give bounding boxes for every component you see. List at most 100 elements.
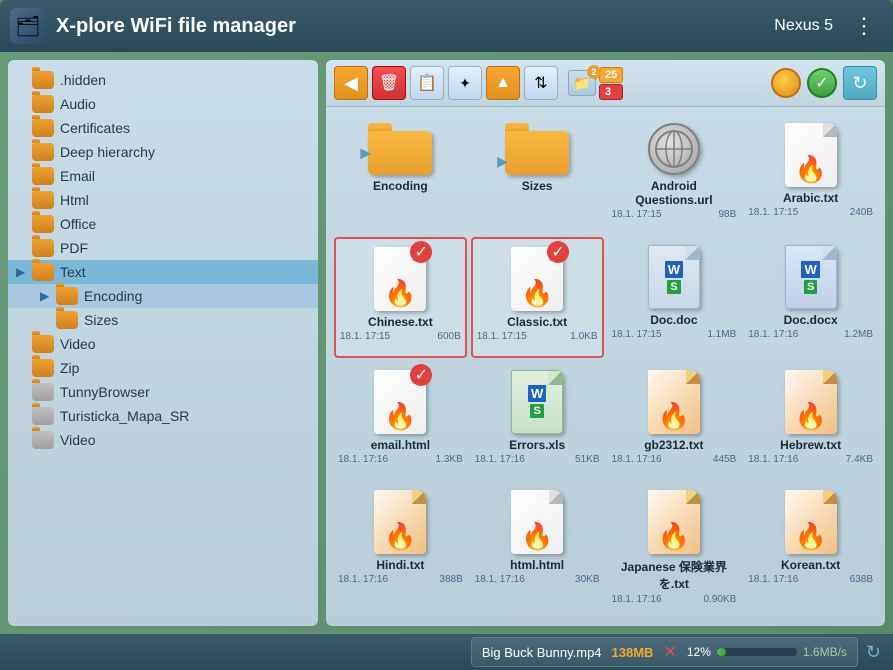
sidebar-item-label: Email (60, 168, 95, 184)
html-icon-container: 🔥 ✓ (374, 370, 426, 434)
sidebar-item-audio[interactable]: Audio (8, 92, 318, 116)
file-item-hebrew[interactable]: 🔥 Hebrew.txt 18.1. 17:16 7.4KB (744, 362, 877, 478)
file-date: 18.1. 17:16 (748, 454, 798, 465)
sidebar-item-label: Deep hierarchy (60, 144, 155, 160)
copy-button[interactable]: 📋 (410, 66, 444, 100)
file-meta: 18.1. 17:15 600B (340, 331, 461, 342)
orange-circle-button[interactable] (771, 68, 801, 98)
title-bar: 🗂 X-plore WiFi file manager Nexus 5 ⋮ (0, 0, 893, 52)
file-item-gb2312[interactable]: 🔥 gb2312.txt 18.1. 17:16 445B (608, 362, 741, 478)
refresh-button[interactable]: ↻ (843, 66, 877, 100)
txt-icon: 🔥 (648, 490, 700, 554)
file-size: 445B (713, 454, 736, 465)
folder-arrow-icon: ▶ (497, 153, 508, 170)
file-name: Hindi.txt (376, 558, 424, 572)
sidebar-item-encoding[interactable]: ▶ Encoding (8, 284, 318, 308)
sort-button[interactable]: ⇅ (524, 66, 558, 100)
folder-arrow-icon: ▶ (360, 145, 371, 162)
status-refresh-button[interactable]: ↻ (866, 642, 881, 663)
download-size: 138MB (612, 645, 654, 660)
file-meta: 18.1. 17:16 1.2MB (748, 329, 873, 340)
folder-icon (32, 239, 54, 257)
file-item-classic[interactable]: 🔥 ✓ Classic.txt 18.1. 17:15 1.0KB (471, 237, 604, 357)
file-item-android-questions[interactable]: Android Questions.url 18.1. 17:15 98B (608, 115, 741, 233)
file-size: 1.1MB (707, 329, 736, 340)
file-item-chinese[interactable]: 🔥 ✓ Chinese.txt 18.1. 17:15 600B (334, 237, 467, 357)
sidebar-item-html[interactable]: Html (8, 188, 318, 212)
sidebar-item-zip[interactable]: Zip (8, 356, 318, 380)
expand-icon: ▶ (16, 265, 30, 279)
menu-button[interactable]: ⋮ (845, 9, 883, 43)
sidebar-item-email[interactable]: Email (8, 164, 318, 188)
folder-icon (32, 335, 54, 353)
folder-icon (32, 71, 54, 89)
file-item-sizes[interactable]: ▶ Sizes (471, 115, 604, 233)
file-meta: 18.1. 17:15 1.0KB (477, 331, 598, 342)
app-icon: 🗂 (10, 8, 46, 44)
sidebar-item-label: Certificates (60, 120, 130, 136)
sidebar-item-tunnybrowser[interactable]: TunnyBrowser (8, 380, 318, 404)
download-status: Big Buck Bunny.mp4 138MB ✕ 12% 1.6MB/s (471, 637, 858, 667)
delete-button[interactable]: 🗑 (372, 66, 406, 100)
file-item-email[interactable]: 🔥 ✓ email.html 18.1. 17:16 1.3KB (334, 362, 467, 478)
back-button[interactable]: ◀ (334, 66, 368, 100)
paste-button[interactable]: ✦ (448, 66, 482, 100)
sidebar-item-pdf[interactable]: PDF (8, 236, 318, 260)
file-date: 18.1. 17:16 (475, 574, 525, 585)
file-item-japanese[interactable]: 🔥 Japanese 保険業界を.txt 18.1. 17:16 0.90KB (608, 482, 741, 618)
progress-container: 12% 1.6MB/s (687, 645, 847, 659)
url-icon (648, 123, 700, 175)
title-left: 🗂 X-plore WiFi file manager (10, 8, 296, 44)
file-name: html.html (510, 558, 564, 572)
folder-icon (56, 311, 78, 329)
txt-icon: 🔥 (785, 490, 837, 554)
file-name: Doc.doc (650, 313, 697, 327)
sidebar-item-turisticka[interactable]: Turisticka_Mapa_SR (8, 404, 318, 428)
sidebar-item-certificates[interactable]: Certificates (8, 116, 318, 140)
status-bar: Big Buck Bunny.mp4 138MB ✕ 12% 1.6MB/s ↻ (0, 634, 893, 670)
sidebar-item-video[interactable]: Video (8, 332, 318, 356)
file-item-doc[interactable]: W S Doc.doc 18.1. 17:15 1.1MB (608, 237, 741, 357)
folder-icon (32, 431, 54, 449)
file-name: Doc.docx (784, 313, 838, 327)
folder-icon (32, 143, 54, 161)
file-date: 18.1. 17:16 (748, 329, 798, 340)
doc-icon: W S (648, 245, 700, 309)
txt-icon: 🔥 (785, 123, 837, 187)
sidebar-item-deep-hierarchy[interactable]: Deep hierarchy (8, 140, 318, 164)
file-toolbar: ◀ 🗑 📋 ✦ ▲ ⇅ 📁 2 (326, 60, 885, 107)
sidebar-item-video2[interactable]: Video (8, 428, 318, 452)
sidebar-item-hidden[interactable]: .hidden (8, 68, 318, 92)
file-name: email.html (371, 438, 430, 452)
title-right: Nexus 5 ⋮ (774, 9, 883, 43)
confirm-button[interactable]: ✓ (807, 68, 837, 98)
folder-icon (56, 287, 78, 305)
upload-button[interactable]: ▲ (486, 66, 520, 100)
file-date: 18.1. 17:16 (475, 454, 525, 465)
file-name: Chinese.txt (368, 315, 433, 329)
file-name: Korean.txt (781, 558, 840, 572)
file-item-arabic[interactable]: 🔥 Arabic.txt 18.1. 17:15 240B (744, 115, 877, 233)
file-meta: 18.1. 17:16 1.3KB (338, 454, 463, 465)
device-name: Nexus 5 (774, 17, 833, 35)
file-name: Sizes (522, 179, 553, 193)
sidebar-item-sizes[interactable]: Sizes (8, 308, 318, 332)
sidebar-item-office[interactable]: Office (8, 212, 318, 236)
file-date: 18.1. 17:16 (612, 454, 662, 465)
file-date: 18.1. 17:15 (612, 329, 662, 340)
file-item-korean[interactable]: 🔥 Korean.txt 18.1. 17:16 638B (744, 482, 877, 618)
file-item-hindi[interactable]: 🔥 Hindi.txt 18.1. 17:16 388B (334, 482, 467, 618)
file-item-errors-xls[interactable]: W S Errors.xls 18.1. 17:16 51KB (471, 362, 604, 478)
file-item-docx[interactable]: W S Doc.docx 18.1. 17:16 1.2MB (744, 237, 877, 357)
progress-fill (717, 648, 727, 656)
file-item-encoding[interactable]: ▶ Encoding (334, 115, 467, 233)
main-area: .hidden Audio Certificates Deep hierarch… (0, 52, 893, 634)
file-size: 240B (850, 207, 873, 218)
folder-icon (32, 407, 54, 425)
cancel-download-button[interactable]: ✕ (663, 642, 676, 662)
sidebar-item-label: Turisticka_Mapa_SR (60, 408, 189, 424)
checkmark-badge: ✓ (410, 364, 432, 386)
file-item-html-html[interactable]: 🔥 html.html 18.1. 17:16 30KB (471, 482, 604, 618)
file-size: 600B (437, 331, 460, 342)
sidebar-item-text[interactable]: ▶ Text (8, 260, 318, 284)
